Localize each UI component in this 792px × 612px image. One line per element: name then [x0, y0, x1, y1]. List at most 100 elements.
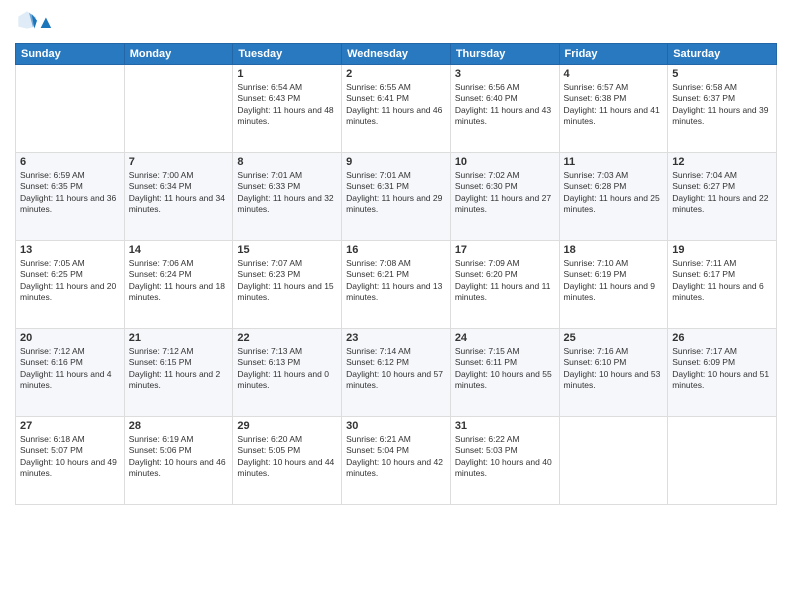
- day-info: Sunrise: 7:07 AM Sunset: 6:23 PM Dayligh…: [237, 258, 337, 304]
- calendar-cell: [124, 65, 233, 153]
- calendar-cell: 25 Sunrise: 7:16 AM Sunset: 6:10 PM Dayli…: [559, 329, 668, 417]
- calendar-cell: [668, 417, 777, 505]
- calendar-cell: [16, 65, 125, 153]
- day-info: Sunrise: 7:04 AM Sunset: 6:27 PM Dayligh…: [672, 170, 772, 216]
- calendar-cell: 28 Sunrise: 6:19 AM Sunset: 5:06 PM Dayli…: [124, 417, 233, 505]
- day-number: 18: [564, 244, 664, 256]
- day-number: 28: [129, 420, 229, 432]
- day-info: Sunrise: 7:01 AM Sunset: 6:31 PM Dayligh…: [346, 170, 446, 216]
- calendar-cell: 31 Sunrise: 6:22 AM Sunset: 5:03 PM Dayli…: [450, 417, 559, 505]
- calendar-cell: 30 Sunrise: 6:21 AM Sunset: 5:04 PM Dayli…: [342, 417, 451, 505]
- calendar-cell: 29 Sunrise: 6:20 AM Sunset: 5:05 PM Dayli…: [233, 417, 342, 505]
- logo-text: ▲: [37, 13, 55, 33]
- day-number: 13: [20, 244, 120, 256]
- weekday-header: Sunday: [16, 44, 125, 65]
- day-info: Sunrise: 6:55 AM Sunset: 6:41 PM Dayligh…: [346, 82, 446, 128]
- weekday-header: Saturday: [668, 44, 777, 65]
- day-info: Sunrise: 7:06 AM Sunset: 6:24 PM Dayligh…: [129, 258, 229, 304]
- day-number: 20: [20, 332, 120, 344]
- day-info: Sunrise: 7:17 AM Sunset: 6:09 PM Dayligh…: [672, 346, 772, 392]
- day-number: 19: [672, 244, 772, 256]
- day-info: Sunrise: 6:22 AM Sunset: 5:03 PM Dayligh…: [455, 434, 555, 480]
- day-number: 12: [672, 156, 772, 168]
- day-info: Sunrise: 7:14 AM Sunset: 6:12 PM Dayligh…: [346, 346, 446, 392]
- day-info: Sunrise: 7:09 AM Sunset: 6:20 PM Dayligh…: [455, 258, 555, 304]
- day-info: Sunrise: 6:57 AM Sunset: 6:38 PM Dayligh…: [564, 82, 664, 128]
- weekday-header: Monday: [124, 44, 233, 65]
- calendar-cell: 9 Sunrise: 7:01 AM Sunset: 6:31 PM Daylig…: [342, 153, 451, 241]
- day-info: Sunrise: 7:12 AM Sunset: 6:16 PM Dayligh…: [20, 346, 120, 392]
- logo-blue: ▲: [37, 12, 55, 32]
- day-number: 8: [237, 156, 337, 168]
- day-number: 16: [346, 244, 446, 256]
- day-info: Sunrise: 6:59 AM Sunset: 6:35 PM Dayligh…: [20, 170, 120, 216]
- weekday-header: Friday: [559, 44, 668, 65]
- day-number: 21: [129, 332, 229, 344]
- calendar-cell: 14Sunrise: 7:06 AM Sunset: 6:24 PM Dayli…: [124, 241, 233, 329]
- calendar-cell: 1 Sunrise: 6:54 AM Sunset: 6:43 PM Daylig…: [233, 65, 342, 153]
- day-number: 23: [346, 332, 446, 344]
- calendar-cell: 5Sunrise: 6:58 AM Sunset: 6:37 PM Daylig…: [668, 65, 777, 153]
- calendar-week-row: 13Sunrise: 7:05 AM Sunset: 6:25 PM Dayli…: [16, 241, 777, 329]
- calendar-cell: 12 Sunrise: 7:04 AM Sunset: 6:27 PM Dayli…: [668, 153, 777, 241]
- calendar-week-row: 27 Sunrise: 6:18 AM Sunset: 5:07 PM Dayli…: [16, 417, 777, 505]
- calendar-cell: [559, 417, 668, 505]
- day-number: 2: [346, 68, 446, 80]
- calendar-cell: 15 Sunrise: 7:07 AM Sunset: 6:23 PM Dayli…: [233, 241, 342, 329]
- calendar-cell: 7Sunrise: 7:00 AM Sunset: 6:34 PM Daylig…: [124, 153, 233, 241]
- day-number: 25: [564, 332, 664, 344]
- weekday-header: Wednesday: [342, 44, 451, 65]
- day-info: Sunrise: 6:54 AM Sunset: 6:43 PM Dayligh…: [237, 82, 337, 128]
- day-info: Sunrise: 7:15 AM Sunset: 6:11 PM Dayligh…: [455, 346, 555, 392]
- calendar-cell: 6 Sunrise: 6:59 AM Sunset: 6:35 PM Daylig…: [16, 153, 125, 241]
- day-info: Sunrise: 7:16 AM Sunset: 6:10 PM Dayligh…: [564, 346, 664, 392]
- calendar-cell: 18 Sunrise: 7:10 AM Sunset: 6:19 PM Dayli…: [559, 241, 668, 329]
- calendar-cell: 21 Sunrise: 7:12 AM Sunset: 6:15 PM Dayli…: [124, 329, 233, 417]
- day-info: Sunrise: 7:11 AM Sunset: 6:17 PM Dayligh…: [672, 258, 772, 304]
- day-info: Sunrise: 7:10 AM Sunset: 6:19 PM Dayligh…: [564, 258, 664, 304]
- day-number: 29: [237, 420, 337, 432]
- day-number: 24: [455, 332, 555, 344]
- calendar-cell: 27 Sunrise: 6:18 AM Sunset: 5:07 PM Dayli…: [16, 417, 125, 505]
- day-number: 1: [237, 68, 337, 80]
- calendar-cell: 24 Sunrise: 7:15 AM Sunset: 6:11 PM Dayli…: [450, 329, 559, 417]
- page: ▲ SundayMondayTuesdayWednesdayThursdayFr…: [0, 0, 792, 612]
- day-number: 31: [455, 420, 555, 432]
- calendar-cell: 20 Sunrise: 7:12 AM Sunset: 6:16 PM Dayli…: [16, 329, 125, 417]
- weekday-header: Thursday: [450, 44, 559, 65]
- day-number: 6: [20, 156, 120, 168]
- day-info: Sunrise: 6:19 AM Sunset: 5:06 PM Dayligh…: [129, 434, 229, 480]
- calendar-cell: 22 Sunrise: 7:13 AM Sunset: 6:13 PM Dayli…: [233, 329, 342, 417]
- day-number: 9: [346, 156, 446, 168]
- calendar-cell: 4 Sunrise: 6:57 AM Sunset: 6:38 PM Daylig…: [559, 65, 668, 153]
- day-info: Sunrise: 6:58 AM Sunset: 6:37 PM Dayligh…: [672, 82, 772, 128]
- day-info: Sunrise: 7:02 AM Sunset: 6:30 PM Dayligh…: [455, 170, 555, 216]
- day-info: Sunrise: 7:12 AM Sunset: 6:15 PM Dayligh…: [129, 346, 229, 392]
- calendar-cell: 16 Sunrise: 7:08 AM Sunset: 6:21 PM Dayli…: [342, 241, 451, 329]
- calendar-cell: 26 Sunrise: 7:17 AM Sunset: 6:09 PM Dayli…: [668, 329, 777, 417]
- day-info: Sunrise: 6:56 AM Sunset: 6:40 PM Dayligh…: [455, 82, 555, 128]
- day-number: 26: [672, 332, 772, 344]
- day-info: Sunrise: 6:20 AM Sunset: 5:05 PM Dayligh…: [237, 434, 337, 480]
- day-number: 11: [564, 156, 664, 168]
- day-info: Sunrise: 7:01 AM Sunset: 6:33 PM Dayligh…: [237, 170, 337, 216]
- calendar-cell: 19 Sunrise: 7:11 AM Sunset: 6:17 PM Dayli…: [668, 241, 777, 329]
- calendar-table: SundayMondayTuesdayWednesdayThursdayFrid…: [15, 43, 777, 505]
- day-info: Sunrise: 7:13 AM Sunset: 6:13 PM Dayligh…: [237, 346, 337, 392]
- day-info: Sunrise: 6:18 AM Sunset: 5:07 PM Dayligh…: [20, 434, 120, 480]
- calendar-cell: 3Sunrise: 6:56 AM Sunset: 6:40 PM Daylig…: [450, 65, 559, 153]
- day-number: 27: [20, 420, 120, 432]
- day-number: 30: [346, 420, 446, 432]
- calendar-cell: 17 Sunrise: 7:09 AM Sunset: 6:20 PM Dayli…: [450, 241, 559, 329]
- calendar-header-row: SundayMondayTuesdayWednesdayThursdayFrid…: [16, 44, 777, 65]
- day-number: 22: [237, 332, 337, 344]
- day-info: Sunrise: 7:08 AM Sunset: 6:21 PM Dayligh…: [346, 258, 446, 304]
- day-number: 15: [237, 244, 337, 256]
- day-number: 17: [455, 244, 555, 256]
- logo-icon: [17, 10, 37, 30]
- day-info: Sunrise: 7:00 AM Sunset: 6:34 PM Dayligh…: [129, 170, 229, 216]
- header: ▲: [15, 10, 777, 35]
- calendar-week-row: 6 Sunrise: 6:59 AM Sunset: 6:35 PM Daylig…: [16, 153, 777, 241]
- day-info: Sunrise: 6:21 AM Sunset: 5:04 PM Dayligh…: [346, 434, 446, 480]
- day-number: 4: [564, 68, 664, 80]
